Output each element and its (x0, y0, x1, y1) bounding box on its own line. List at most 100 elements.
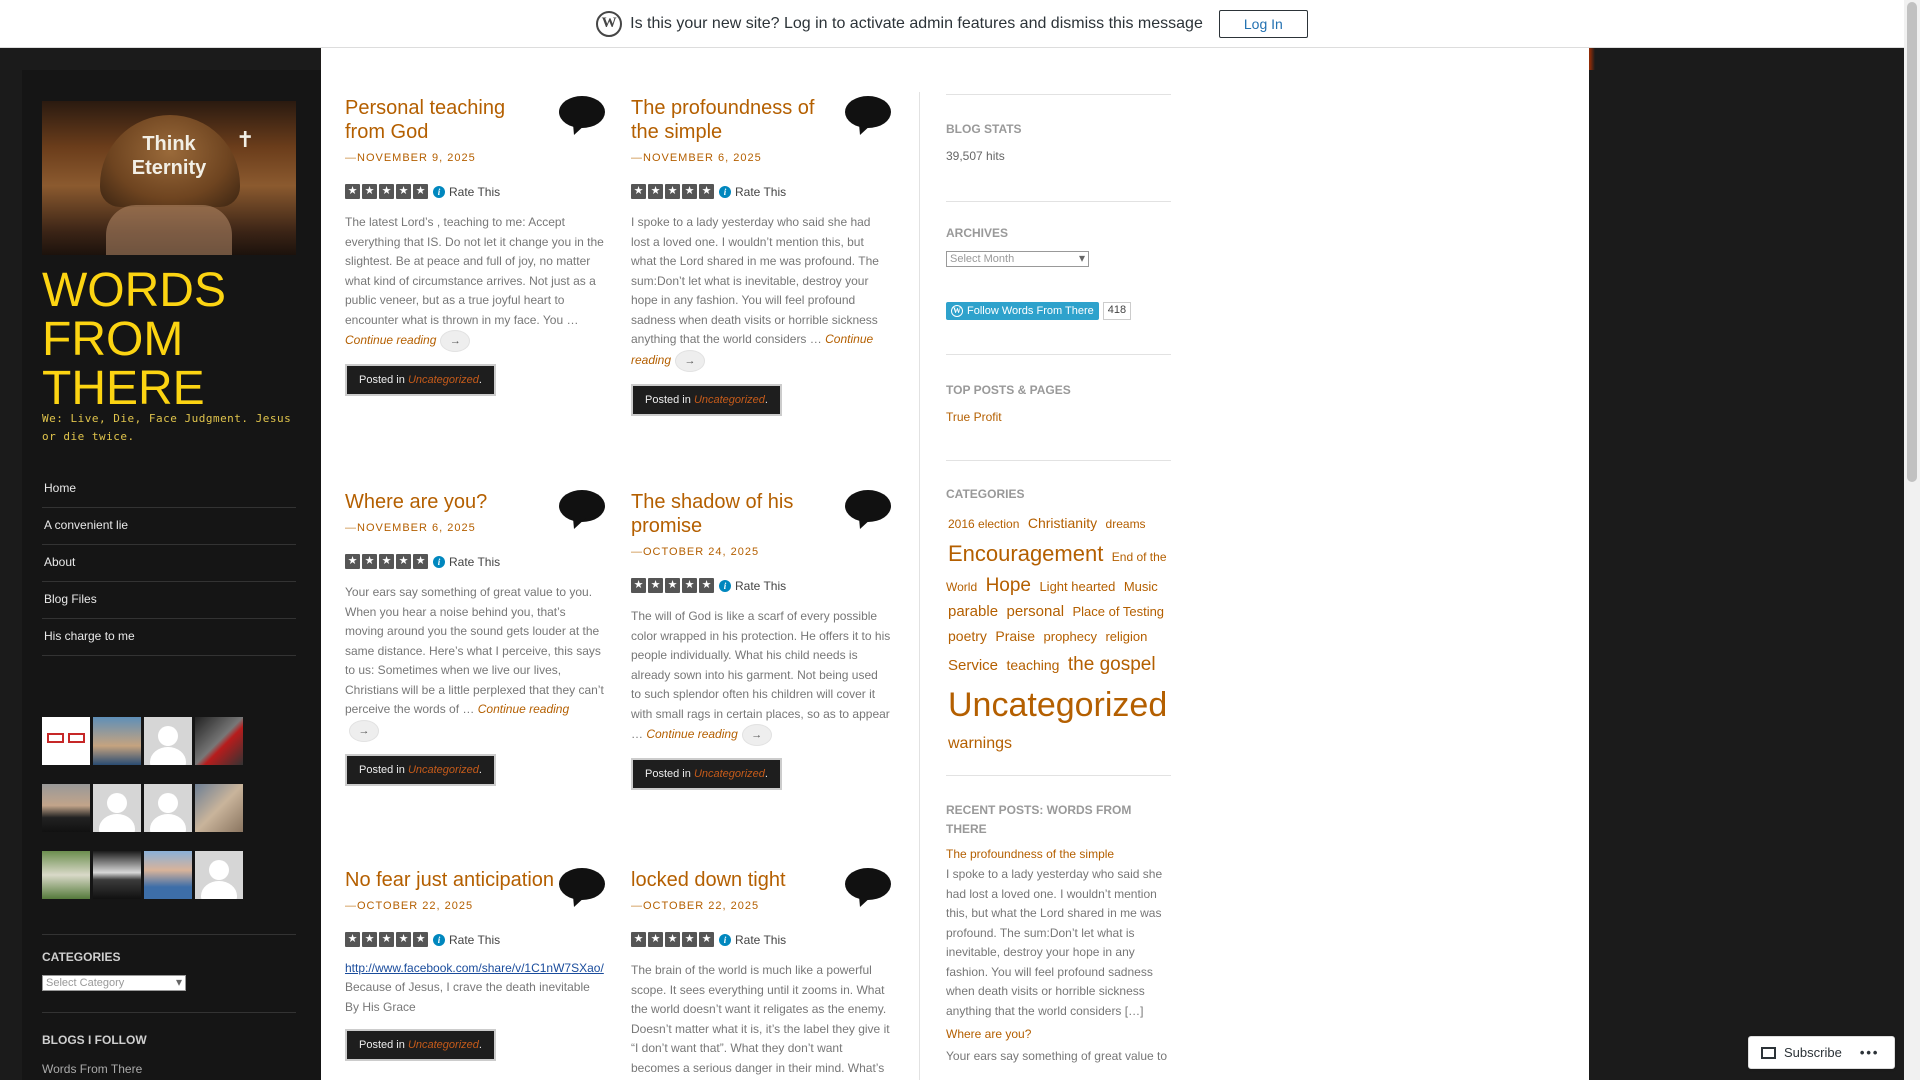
star-icon[interactable]: ★ (648, 578, 663, 593)
nav-item-a-convenient-lie[interactable]: A convenient lie (42, 508, 296, 545)
post-date[interactable]: OCTOBER 22, 2025 (631, 900, 891, 912)
star-icon[interactable]: ★ (413, 184, 428, 199)
star-icon[interactable]: ★ (648, 184, 663, 199)
star-icon[interactable]: ★ (362, 932, 377, 947)
star-icon[interactable]: ★ (699, 578, 714, 593)
star-icon[interactable]: ★ (631, 184, 646, 199)
post-date[interactable]: NOVEMBER 9, 2025 (345, 152, 605, 164)
continue-reading-link[interactable]: Continue reading (646, 727, 737, 741)
info-icon[interactable]: i (433, 185, 445, 198)
avatar[interactable] (93, 717, 141, 765)
star-icon[interactable]: ★ (379, 932, 394, 947)
nav-item-home[interactable]: Home (42, 471, 296, 508)
star-icon[interactable]: ★ (665, 184, 680, 199)
continue-reading-link[interactable]: Continue reading (345, 333, 436, 347)
avatar[interactable] (93, 784, 141, 832)
avatar[interactable] (144, 717, 192, 765)
post-title[interactable]: Where are you? (345, 490, 545, 514)
star-icon[interactable]: ★ (413, 554, 428, 569)
star-icon[interactable]: ★ (396, 184, 411, 199)
category-link[interactable]: Uncategorized (408, 1039, 479, 1051)
category-link[interactable]: Uncategorized (408, 764, 479, 776)
info-icon[interactable]: i (719, 185, 731, 198)
recent-post-link[interactable]: The profoundness of the simple (946, 847, 1171, 861)
nav-item-about[interactable]: About (42, 545, 296, 582)
avatar[interactable] (144, 784, 192, 832)
star-icon[interactable]: ★ (682, 932, 697, 947)
comment-bubble-icon[interactable] (559, 490, 605, 522)
star-icon[interactable]: ★ (682, 578, 697, 593)
avatar[interactable] (195, 784, 243, 832)
category-tag[interactable]: 2016 election (948, 517, 1019, 531)
top-post-link[interactable]: True Profit (946, 410, 1171, 424)
recent-post-link[interactable]: Where are you? (946, 1027, 1171, 1041)
star-icon[interactable]: ★ (345, 932, 360, 947)
category-tag[interactable]: the gospel (1068, 654, 1156, 675)
log-in-button[interactable]: Log In (1218, 9, 1308, 38)
star-icon[interactable]: ★ (699, 932, 714, 947)
star-icon[interactable]: ★ (379, 184, 394, 199)
scrollbar-thumb[interactable] (1907, 2, 1917, 482)
post-title[interactable]: locked down tight (631, 868, 831, 892)
post-title[interactable]: The profoundness of the simple (631, 96, 831, 144)
category-tag[interactable]: Light hearted (1039, 579, 1115, 594)
category-tag[interactable]: Encouragement (948, 541, 1103, 566)
star-icon[interactable]: ★ (396, 932, 411, 947)
star-icon[interactable]: ★ (379, 554, 394, 569)
comment-bubble-icon[interactable] (559, 96, 605, 128)
avatar[interactable] (42, 717, 90, 765)
post-title[interactable]: Personal teaching from God (345, 96, 545, 144)
category-tag[interactable]: prophecy (1044, 629, 1097, 644)
more-options-icon[interactable]: ••• (1860, 1045, 1880, 1060)
followed-blog-link[interactable]: Words From There (42, 1062, 142, 1076)
arrow-right-icon[interactable]: → (675, 349, 706, 372)
category-tag[interactable]: Christianity (1028, 515, 1097, 531)
category-tag[interactable]: warnings (948, 735, 1012, 752)
comment-bubble-icon[interactable] (845, 490, 891, 522)
star-icon[interactable]: ★ (631, 932, 646, 947)
category-tag[interactable]: Praise (995, 628, 1035, 644)
star-icon[interactable]: ★ (345, 554, 360, 569)
star-icon[interactable]: ★ (699, 184, 714, 199)
avatar[interactable] (195, 851, 243, 899)
info-icon[interactable]: i (433, 933, 445, 946)
category-tag[interactable]: Place of Testing (1073, 604, 1165, 619)
sidebar-category-select[interactable]: Select Category (42, 975, 186, 991)
follow-button[interactable]: W Follow Words From There (946, 302, 1099, 320)
category-tag[interactable]: Uncategorized (948, 686, 1167, 724)
star-icon[interactable]: ★ (362, 184, 377, 199)
post-title[interactable]: The shadow of his promise (631, 490, 831, 538)
star-icon[interactable]: ★ (665, 932, 680, 947)
star-icon[interactable]: ★ (413, 932, 428, 947)
post-date[interactable]: OCTOBER 24, 2025 (631, 546, 891, 558)
avatar[interactable] (144, 851, 192, 899)
category-tag[interactable]: Music (1124, 579, 1158, 594)
category-link[interactable]: Uncategorized (694, 768, 765, 780)
star-icon[interactable]: ★ (665, 578, 680, 593)
star-icon[interactable]: ★ (682, 184, 697, 199)
arrow-right-icon[interactable]: → (349, 719, 379, 742)
header-image[interactable]: Think Eternity ✝ (42, 101, 296, 255)
avatar[interactable] (42, 784, 90, 832)
site-title[interactable]: WORDS FROM THERE (42, 266, 302, 413)
comment-bubble-icon[interactable] (845, 868, 891, 900)
category-link[interactable]: Uncategorized (694, 394, 765, 406)
category-tag[interactable]: teaching (1006, 657, 1059, 673)
category-tag[interactable]: dreams (1106, 517, 1146, 531)
subscribe-button[interactable]: Subscribe ••• (1748, 1036, 1895, 1069)
post-title[interactable]: No fear just anticipation (345, 868, 575, 892)
facebook-share-link[interactable]: http://www.facebook.com/share/v/1C1nW7SX… (345, 961, 605, 975)
comment-bubble-icon[interactable] (845, 96, 891, 128)
post-date[interactable]: OCTOBER 22, 2025 (345, 900, 605, 912)
avatar[interactable] (195, 717, 243, 765)
info-icon[interactable]: i (433, 555, 445, 568)
info-icon[interactable]: i (719, 579, 731, 592)
nav-item-blog-files[interactable]: Blog Files (42, 582, 296, 619)
star-icon[interactable]: ★ (396, 554, 411, 569)
category-tag[interactable]: parable (948, 603, 998, 620)
avatar[interactable] (93, 851, 141, 899)
star-icon[interactable]: ★ (362, 554, 377, 569)
category-tag[interactable]: personal (1007, 603, 1065, 620)
category-tag[interactable]: Hope (986, 575, 1031, 596)
nav-item-his-charge-to-me[interactable]: His charge to me (42, 619, 296, 656)
